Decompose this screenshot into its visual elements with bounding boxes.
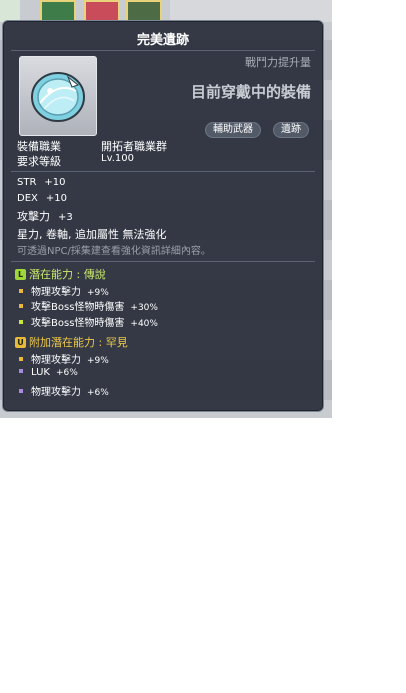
item-type-tag: 輔助武器 (205, 122, 261, 138)
potential-line: 攻擊Boss怪物時傷害 +40% (19, 314, 158, 329)
potential-text: 攻擊Boss怪物時傷害 (31, 302, 125, 313)
divider (11, 261, 315, 262)
bullet-icon (19, 389, 23, 393)
divider (11, 171, 315, 172)
item-category-tag: 遺跡 (273, 122, 309, 138)
item-name: 完美遺跡 (136, 33, 189, 48)
enhance-hint: 可透過NPC/採集建查看強化資訊詳細內容。 (17, 246, 211, 257)
bonus-potential-text: 物理攻擊力 (31, 355, 81, 366)
bonus-potential-text: 物理攻擊力 (31, 387, 81, 398)
quick-slot-icon[interactable] (40, 0, 76, 22)
power-increase-label: 戰鬥力提升量 (245, 56, 311, 69)
bonus-potential-value: +6% (55, 368, 78, 378)
bonus-potential-text: LUK (31, 367, 50, 378)
potential-value: +30% (130, 303, 158, 313)
job-label: 裝備職業 (17, 140, 61, 153)
quick-slot-icon[interactable] (126, 0, 162, 22)
bullet-icon (19, 357, 23, 361)
potential-line: 物理攻擊力 +9% (19, 283, 109, 298)
relic-orb-icon (31, 72, 85, 122)
stat-line: DEX +10 (17, 193, 67, 204)
bullet-icon (19, 369, 23, 373)
potential-value: +9% (87, 288, 109, 298)
level-label: 要求等級 (17, 155, 61, 168)
stat-name: DEX (17, 193, 38, 204)
potential-line: 攻擊Boss怪物時傷害 +30% (19, 298, 158, 313)
legendary-grade-icon: L (15, 269, 26, 280)
unique-grade-icon: U (15, 337, 26, 348)
potential-text: 攻擊Boss怪物時傷害 (31, 318, 125, 329)
item-icon-frame (19, 56, 97, 136)
stat-value: +10 (44, 177, 66, 188)
stat-line: STR +10 (17, 177, 66, 188)
background-tile (0, 0, 20, 22)
bullet-icon (19, 304, 23, 308)
bullet-icon (19, 289, 23, 293)
job-value: 開拓者職業群 (101, 140, 167, 153)
bonus-potential-line: 物理攻擊力 +6% (19, 383, 109, 398)
enhance-info: 星力, 卷軸, 追加屬性 無法強化 (17, 228, 167, 241)
item-tooltip: 完美遺跡 戰鬥力提升量 目前穿戴中的裝備 輔助武器 遺跡 裝備職業 開拓者職業群… (2, 20, 324, 412)
quick-slot-icon[interactable] (84, 0, 120, 22)
stat-name: 攻擊力 (17, 210, 50, 223)
potential-header: L 潛在能力 : 傳說 (15, 266, 106, 282)
potential-text: 物理攻擊力 (31, 287, 81, 298)
background-tile (170, 0, 332, 22)
equipped-label: 目前穿戴中的裝備 (190, 83, 311, 101)
potential-value: +40% (130, 319, 158, 329)
potential-title: 潛在能力 : 傳說 (29, 268, 106, 281)
bonus-potential-value: +6% (87, 388, 109, 398)
stat-value: +10 (45, 193, 67, 204)
level-value: Lv.100 (101, 153, 134, 164)
stat-name: STR (17, 177, 37, 188)
stat-line: 攻擊力 +3 (17, 208, 73, 224)
bonus-potential-line: LUK +6% (19, 367, 78, 378)
stat-value: +3 (58, 212, 73, 223)
bonus-potential-value: +9% (87, 356, 109, 366)
bullet-icon (19, 320, 23, 324)
divider (11, 50, 315, 51)
bonus-potential-header: U 附加潛在能力 : 罕見 (15, 334, 128, 350)
bonus-potential-title: 附加潛在能力 : 罕見 (29, 336, 128, 349)
bonus-potential-line: 物理攻擊力 +9% (19, 351, 109, 366)
